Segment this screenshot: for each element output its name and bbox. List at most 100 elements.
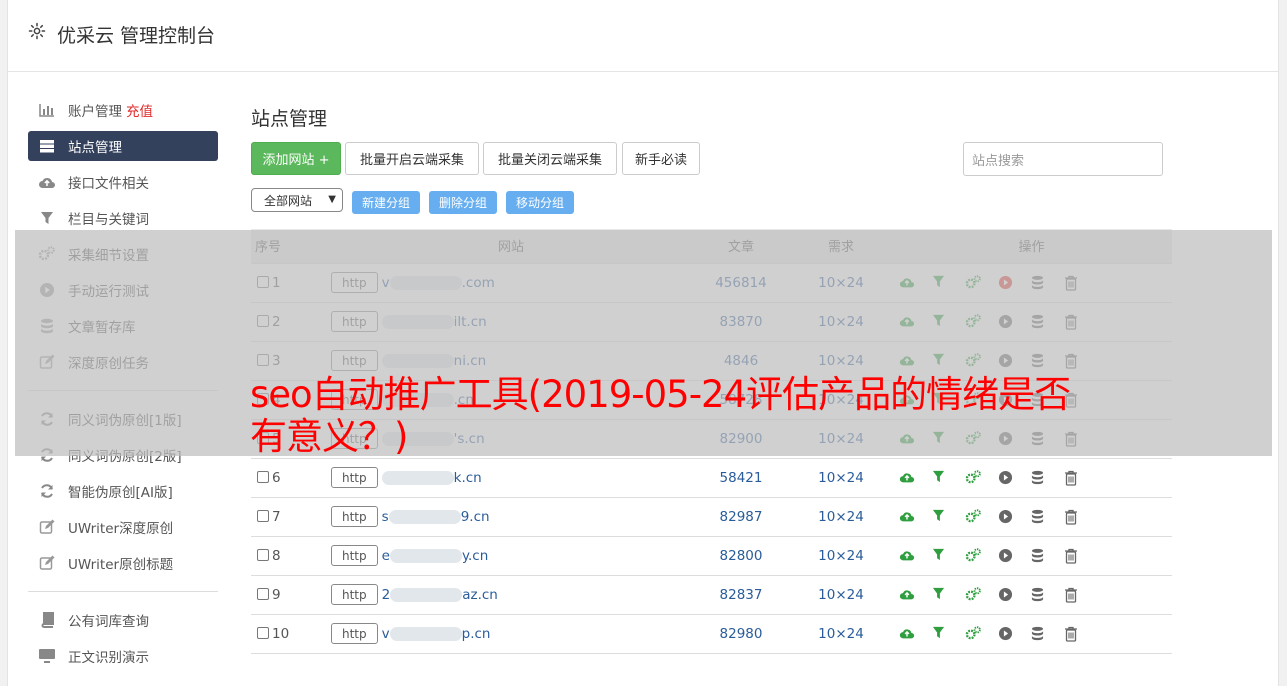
play-circle-icon[interactable]: [998, 548, 1014, 564]
group-select[interactable]: 全部网站 ▼: [251, 188, 343, 212]
play-circle-icon[interactable]: [998, 587, 1014, 603]
filter-icon[interactable]: [932, 587, 948, 603]
sidebar-item-1[interactable]: 站点管理: [28, 131, 218, 161]
database-icon[interactable]: [1031, 626, 1047, 642]
gears-icon[interactable]: [965, 547, 981, 564]
new-group-button[interactable]: 新建分组: [352, 191, 420, 214]
trash-icon[interactable]: [1064, 626, 1080, 642]
site-link[interactable]: e y.cn: [382, 548, 489, 564]
sidebar-item-2[interactable]: 接口文件相关: [28, 164, 218, 200]
site-prefix: v: [381, 625, 390, 642]
chevron-down-icon: ▼: [328, 194, 336, 205]
cloud-upload-icon[interactable]: [899, 626, 915, 642]
row-checkbox[interactable]: [257, 548, 269, 561]
bar-chart-icon: [38, 101, 56, 119]
requirement-value[interactable]: 10×24: [791, 497, 891, 537]
requirement-value[interactable]: 10×24: [791, 575, 891, 615]
protocol-badge: http: [331, 506, 378, 527]
cloud-upload-icon[interactable]: [899, 548, 915, 564]
filter-icon[interactable]: [932, 470, 948, 486]
protocol-badge: http: [331, 623, 378, 644]
cloud-upload-icon[interactable]: [899, 470, 915, 486]
gears-icon[interactable]: [965, 508, 981, 525]
row-checkbox[interactable]: [257, 509, 269, 522]
article-count[interactable]: 58421: [691, 458, 791, 498]
newbie-guide-button[interactable]: 新手必读: [622, 142, 700, 175]
sidebar-item-rewrite-3[interactable]: UWriter深度原创: [28, 509, 218, 545]
site-link[interactable]: 2 az.cn: [382, 587, 498, 603]
requirement-value[interactable]: 10×24: [791, 536, 891, 576]
site-link[interactable]: s 9.cn: [382, 509, 490, 525]
site-cell: http v p.cn: [331, 614, 691, 654]
actions-cell: [891, 614, 1172, 654]
delete-group-button[interactable]: 删除分组: [429, 191, 497, 214]
gears-icon[interactable]: [965, 625, 981, 642]
requirement-value[interactable]: 10×24: [791, 614, 891, 654]
site-link[interactable]: k.cn: [381, 470, 482, 486]
protocol-badge: http: [331, 467, 378, 488]
database-icon[interactable]: [1031, 509, 1047, 525]
add-site-button[interactable]: 添加网站 +: [251, 142, 341, 175]
gears-icon[interactable]: [965, 586, 981, 603]
play-circle-icon[interactable]: [998, 470, 1014, 486]
sidebar-item-tool-0[interactable]: 公有词库查询: [28, 602, 218, 638]
batch-open-cloud-button[interactable]: 批量开启云端采集: [345, 142, 479, 175]
database-icon[interactable]: [1031, 587, 1047, 603]
redacted-blur: [390, 587, 463, 602]
top-header: 优采云 管理控制台: [8, 0, 1278, 72]
sidebar-item-rewrite-2[interactable]: 智能伪原创[AI版]: [28, 473, 218, 509]
protocol-badge: http: [331, 545, 378, 566]
site-search-input[interactable]: 站点搜索: [963, 142, 1163, 176]
filter-icon[interactable]: [932, 548, 948, 564]
article-count[interactable]: 82800: [691, 536, 791, 576]
row-number-cell: 7: [251, 497, 331, 537]
article-count[interactable]: 82987: [691, 497, 791, 537]
filter-icon[interactable]: [932, 626, 948, 642]
row-checkbox[interactable]: [257, 470, 269, 483]
site-suffix: y.cn: [461, 547, 489, 564]
group-select-value: 全部网站: [264, 193, 313, 208]
trash-icon[interactable]: [1064, 509, 1080, 525]
row-checkbox[interactable]: [257, 587, 269, 600]
sidebar-item-tool-1[interactable]: 正文识别演示: [28, 638, 218, 674]
batch-close-cloud-button[interactable]: 批量关闭云端采集: [483, 142, 617, 175]
move-group-button[interactable]: 移动分组: [506, 191, 574, 214]
sidebar-item-0[interactable]: 账户管理 充值: [28, 92, 218, 128]
recharge-link[interactable]: 充值: [126, 100, 153, 120]
trash-icon[interactable]: [1064, 470, 1080, 486]
filter-icon[interactable]: [932, 509, 948, 525]
site-prefix: 2: [381, 586, 391, 603]
site-prefix: s: [381, 508, 389, 525]
gears-icon[interactable]: [965, 469, 981, 486]
cloud-upload-icon[interactable]: [899, 509, 915, 525]
sidebar-item-label: 栏目与关键词: [68, 212, 149, 228]
requirement-value[interactable]: 10×24: [791, 458, 891, 498]
play-circle-icon[interactable]: [998, 509, 1014, 525]
cloud-upload-icon[interactable]: [899, 587, 915, 603]
database-icon[interactable]: [1031, 470, 1047, 486]
database-icon[interactable]: [1031, 548, 1047, 564]
row-number: 6: [272, 469, 281, 486]
trash-icon[interactable]: [1064, 587, 1080, 603]
edit-icon: [38, 518, 56, 536]
site-link[interactable]: v p.cn: [382, 626, 491, 642]
book-icon: [38, 611, 56, 629]
sidebar-item-rewrite-4[interactable]: UWriter原创标题: [28, 545, 218, 581]
row-number-cell: 8: [251, 536, 331, 576]
redacted-blur: [388, 509, 461, 524]
actions-cell: [891, 536, 1172, 576]
protocol-badge: http: [331, 584, 378, 605]
gear-icon: [28, 22, 46, 40]
actions-cell: [891, 575, 1172, 615]
play-circle-icon[interactable]: [998, 626, 1014, 642]
table-row: 8 http e y.cn 82800 10×24: [251, 536, 1172, 576]
page-title: 站点管理: [251, 108, 328, 130]
article-count[interactable]: 82980: [691, 614, 791, 654]
actions-cell: [891, 458, 1172, 498]
trash-icon[interactable]: [1064, 548, 1080, 564]
article-count[interactable]: 82837: [691, 575, 791, 615]
sidebar-item-label: 公有词库查询: [68, 614, 149, 630]
site-suffix: 9.cn: [460, 508, 490, 525]
actions-cell: [891, 497, 1172, 537]
row-checkbox[interactable]: [257, 626, 269, 639]
